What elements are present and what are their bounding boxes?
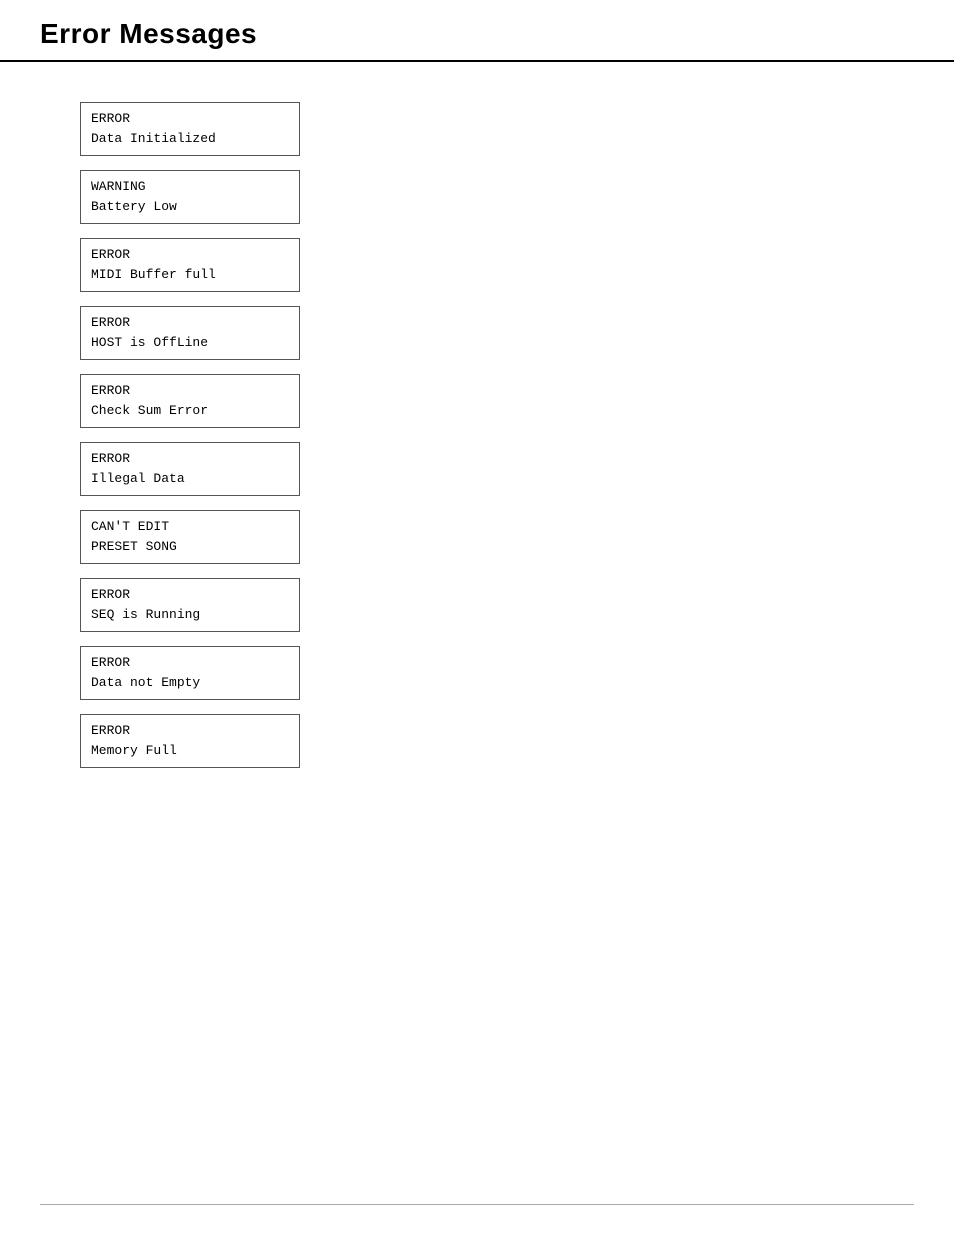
- error-line2: Memory Full: [91, 741, 289, 761]
- page-container: Error Messages ERRORData InitializedWARN…: [0, 0, 954, 1235]
- error-line1: ERROR: [91, 585, 289, 605]
- error-line1: ERROR: [91, 313, 289, 333]
- error-box: WARNINGBattery Low: [80, 170, 300, 224]
- error-line2: SEQ is Running: [91, 605, 289, 625]
- error-line2: Data Initialized: [91, 129, 289, 149]
- error-box: ERRORData Initialized: [80, 102, 300, 156]
- error-line2: Illegal Data: [91, 469, 289, 489]
- error-box: CAN'T EDITPRESET SONG: [80, 510, 300, 564]
- error-line2: Check Sum Error: [91, 401, 289, 421]
- error-line2: MIDI Buffer full: [91, 265, 289, 285]
- error-line1: ERROR: [91, 381, 289, 401]
- error-box: ERRORMemory Full: [80, 714, 300, 768]
- error-line1: ERROR: [91, 109, 289, 129]
- error-box: ERRORHOST is OffLine: [80, 306, 300, 360]
- error-line1: ERROR: [91, 449, 289, 469]
- error-box: ERRORIllegal Data: [80, 442, 300, 496]
- error-box: ERRORMIDI Buffer full: [80, 238, 300, 292]
- error-messages-list: ERRORData InitializedWARNINGBattery LowE…: [80, 102, 914, 768]
- error-line1: ERROR: [91, 721, 289, 741]
- error-line1: ERROR: [91, 245, 289, 265]
- content-area: ERRORData InitializedWARNINGBattery LowE…: [0, 62, 954, 808]
- error-box: ERRORData not Empty: [80, 646, 300, 700]
- error-box: ERRORSEQ is Running: [80, 578, 300, 632]
- error-line1: WARNING: [91, 177, 289, 197]
- error-line2: HOST is OffLine: [91, 333, 289, 353]
- footer-line: [40, 1204, 914, 1205]
- error-line1: ERROR: [91, 653, 289, 673]
- error-line1: CAN'T EDIT: [91, 517, 289, 537]
- error-line2: PRESET SONG: [91, 537, 289, 557]
- error-box: ERRORCheck Sum Error: [80, 374, 300, 428]
- error-line2: Data not Empty: [91, 673, 289, 693]
- error-line2: Battery Low: [91, 197, 289, 217]
- header-section: Error Messages: [0, 0, 954, 62]
- page-title: Error Messages: [40, 18, 914, 50]
